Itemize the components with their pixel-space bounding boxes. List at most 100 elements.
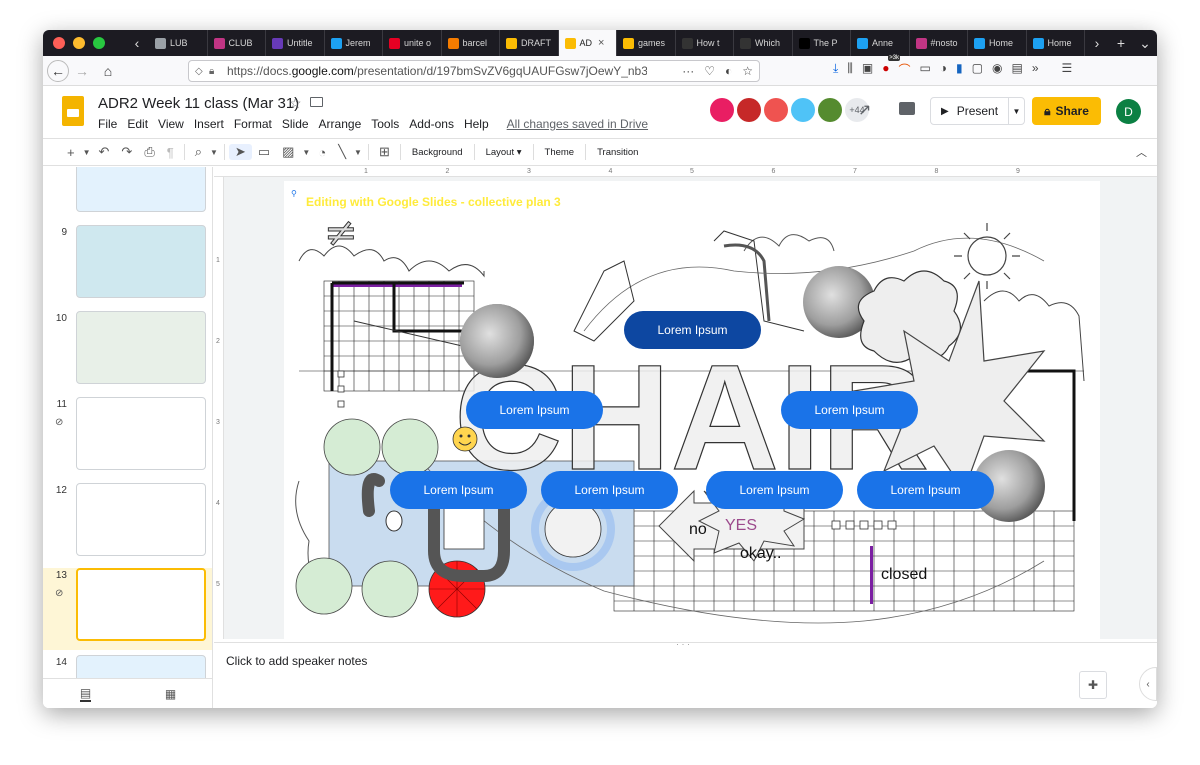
- add-comment-icon[interactable]: ⊞: [373, 144, 396, 160]
- collaborator-avatar[interactable]: [791, 98, 815, 122]
- yes-label[interactable]: YES: [725, 517, 757, 535]
- activity-trend-icon[interactable]: ↗: [858, 100, 871, 120]
- vertical-ruler[interactable]: 1 2 3 4 5: [214, 177, 224, 639]
- slide-thumbnail-row[interactable]: 11 ⊘: [43, 397, 212, 479]
- speaker-notes-input[interactable]: Click to add speaker notes: [226, 654, 367, 668]
- closed-label[interactable]: closed: [881, 566, 927, 584]
- redo-icon[interactable]: ↷: [115, 144, 138, 160]
- lorem-pill-left[interactable]: Lorem Ipsum: [466, 391, 603, 429]
- notes-resize-handle[interactable]: · · ·: [676, 639, 690, 649]
- extension-badge-icon[interactable]: ● >3k: [882, 55, 901, 78]
- horizontal-ruler[interactable]: 1 2 3 4 5 6 7 8 9: [214, 167, 1157, 177]
- menu-edit[interactable]: Edit: [127, 117, 148, 131]
- slide-thumbnail-row[interactable]: 12: [43, 483, 212, 565]
- user-avatar[interactable]: D: [1116, 99, 1141, 124]
- close-tab-icon[interactable]: ×: [598, 37, 604, 49]
- document-title[interactable]: ADR2 Week 11 class (Mar 31): [98, 95, 299, 112]
- transition-button[interactable]: Transition: [590, 147, 645, 158]
- menu-arrange[interactable]: Arrange: [319, 117, 362, 131]
- collaborator-avatar[interactable]: [737, 98, 761, 122]
- pocket-icon[interactable]: ♡: [704, 64, 715, 78]
- browser-tab[interactable]: How t: [676, 30, 734, 56]
- browser-tab[interactable]: Which: [734, 30, 793, 56]
- text-box-icon[interactable]: ▭: [252, 144, 276, 160]
- no-label[interactable]: no: [689, 521, 707, 539]
- zoom-dropdown-icon[interactable]: ▼: [208, 148, 220, 157]
- new-slide-icon[interactable]: +: [61, 145, 81, 160]
- theme-button[interactable]: Theme: [538, 147, 582, 158]
- sidebar-icon[interactable]: ▣: [862, 61, 873, 78]
- grid-view-icon[interactable]: ▦: [165, 687, 176, 701]
- browser-tab[interactable]: Anne: [851, 30, 910, 56]
- slides-logo[interactable]: [62, 96, 84, 126]
- paint-format-icon[interactable]: ¶: [161, 145, 180, 160]
- tab-scroll-right-icon[interactable]: ›: [1085, 35, 1109, 51]
- slide-thumbnail[interactable]: [76, 167, 206, 212]
- url-bar[interactable]: ◇ 🔒︎ https://docs.google.com/presentatio…: [188, 60, 760, 82]
- lorem-pill-row-2[interactable]: Lorem Ipsum: [541, 471, 678, 509]
- menu-icon[interactable]: ☰: [1062, 61, 1073, 78]
- menu-tools[interactable]: Tools: [371, 117, 399, 131]
- slide-thumbnail-row[interactable]: 9: [43, 225, 212, 307]
- link-icon[interactable]: ⚲: [291, 189, 297, 198]
- browser-tab[interactable]: Home: [1027, 30, 1085, 56]
- library-icon[interactable]: ⫼: [847, 61, 853, 78]
- lorem-pill-row-1[interactable]: Lorem Ipsum: [390, 471, 527, 509]
- browser-tab[interactable]: CLUB: [208, 30, 266, 56]
- tab-scroll-left-icon[interactable]: ‹: [125, 35, 149, 51]
- collaborator-avatar[interactable]: [764, 98, 788, 122]
- home-icon[interactable]: ⌂: [95, 58, 121, 84]
- present-dropdown-icon[interactable]: ▼: [1008, 98, 1024, 124]
- undo-icon[interactable]: ↶: [93, 144, 116, 160]
- slide-thumbnail-row[interactable]: 13 ⊘: [43, 568, 212, 650]
- back-icon[interactable]: ←: [47, 59, 69, 82]
- print-icon[interactable]: ⎙: [138, 144, 160, 160]
- image-icon[interactable]: ▨: [276, 144, 300, 160]
- url-text[interactable]: https://docs.google.com/presentation/d/1…: [227, 64, 647, 78]
- lorem-pill-right[interactable]: Lorem Ipsum: [781, 391, 918, 429]
- bookmark-star-icon[interactable]: ☆: [742, 64, 753, 78]
- line-dropdown-icon[interactable]: ▼: [352, 148, 364, 157]
- browser-tab[interactable]: Jerem: [325, 30, 383, 56]
- lorem-pill-top[interactable]: Lorem Ipsum: [624, 311, 761, 349]
- browser-tab[interactable]: AD ×: [558, 30, 617, 56]
- collaborator-avatar[interactable]: [710, 98, 734, 122]
- slide-thumbnail[interactable]: [76, 568, 206, 641]
- forward-icon[interactable]: →: [69, 58, 95, 84]
- tab-list-icon[interactable]: ⌄: [1133, 35, 1157, 52]
- star-icon[interactable]: ☆: [289, 95, 302, 112]
- extension-moon-icon[interactable]: ◑: [940, 61, 947, 78]
- current-slide[interactable]: CHAIR ≠ Editing with Google Slides - col…: [284, 181, 1100, 639]
- page-actions-icon[interactable]: ···: [682, 64, 694, 78]
- overflow-icon[interactable]: »: [1032, 61, 1039, 78]
- browser-tab[interactable]: LUB: [149, 30, 208, 56]
- shield-icon[interactable]: ◇: [195, 66, 207, 77]
- slide-thumbnail[interactable]: [76, 311, 206, 384]
- lorem-pill-row-3[interactable]: Lorem Ipsum: [706, 471, 843, 509]
- browser-tab[interactable]: The P: [793, 30, 851, 56]
- image-dropdown-icon[interactable]: ▼: [300, 148, 312, 157]
- select-pointer-icon[interactable]: ➤: [228, 144, 252, 160]
- browser-tab[interactable]: games: [617, 30, 676, 56]
- slide-thumbnail[interactable]: [76, 225, 206, 298]
- browser-tab[interactable]: #nosto: [910, 30, 968, 56]
- comment-icon[interactable]: [899, 102, 915, 115]
- menu-help[interactable]: Help: [464, 117, 489, 131]
- line-icon[interactable]: ╲: [332, 144, 352, 160]
- extension-bars-icon[interactable]: ▮: [956, 61, 963, 78]
- extension-arc-icon[interactable]: ⌒: [898, 61, 910, 78]
- menu-slide[interactable]: Slide: [282, 117, 309, 131]
- explore-icon[interactable]: ✚: [1079, 671, 1107, 699]
- download-icon[interactable]: ⤓: [833, 61, 838, 78]
- slide-thumbnail-row[interactable]: 10: [43, 311, 212, 393]
- background-button[interactable]: Background: [405, 147, 470, 158]
- menu-add-ons[interactable]: Add-ons: [409, 117, 454, 131]
- browser-tab[interactable]: Home: [968, 30, 1027, 56]
- menu-format[interactable]: Format: [234, 117, 272, 131]
- filmstrip-view-icon[interactable]: ▤: [79, 686, 92, 702]
- menu-file[interactable]: File: [98, 117, 117, 131]
- browser-tab[interactable]: barcel: [442, 30, 500, 56]
- reader-icon[interactable]: ◐: [725, 64, 732, 78]
- extension-circle-icon[interactable]: ◉: [992, 61, 1002, 78]
- extension-card-icon[interactable]: ▤: [1011, 61, 1022, 78]
